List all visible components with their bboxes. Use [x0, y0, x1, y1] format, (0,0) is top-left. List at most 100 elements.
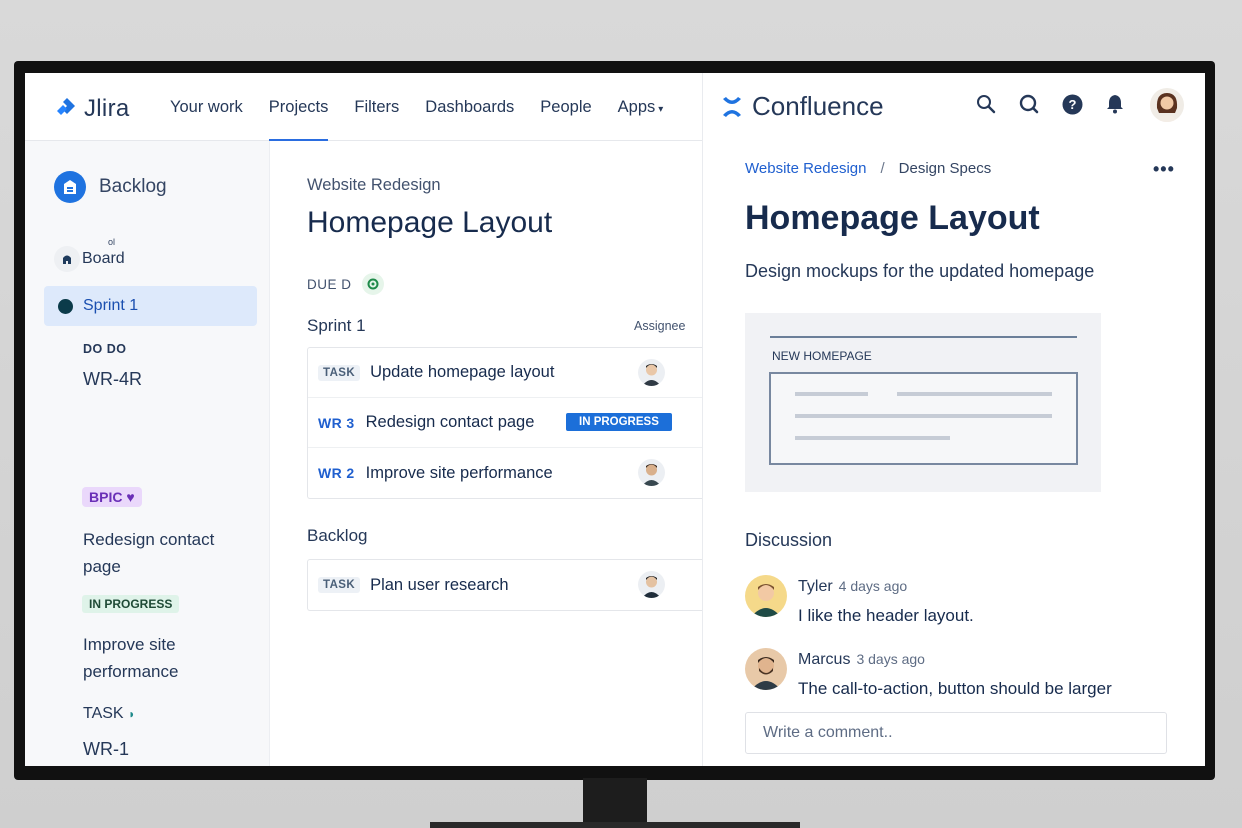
search-alt-icon[interactable] [1018, 93, 1040, 115]
issue-title: Homepage Layout [307, 206, 553, 239]
todo-label: DO DO [83, 342, 127, 356]
todo-issue-key[interactable]: WR-4R [83, 369, 142, 390]
status-badge[interactable]: IN PROGRESS [566, 413, 672, 431]
avatar[interactable] [745, 648, 787, 690]
comment-author-row: Marcus 3 days ago [798, 651, 925, 669]
issue-row-title: Update homepage layout [370, 363, 555, 381]
board-icon [54, 246, 80, 272]
backlog-icon [54, 171, 86, 203]
homepage-mockup-image[interactable]: NEW HOMEPAGE [745, 313, 1101, 492]
breadcrumb-space-link[interactable]: Website Redesign [745, 160, 866, 177]
list-item[interactable]: WR 3 Redesign contact page IN PROGRESS [308, 398, 707, 448]
confluence-top-nav: Confluence ? [703, 73, 1205, 139]
sidebar-item-label: Board [82, 250, 125, 267]
notification-bell-icon[interactable] [1104, 93, 1126, 115]
comment-author[interactable]: Marcus [798, 651, 850, 668]
epic-label: BPIC [89, 489, 123, 505]
inprogress-issue-title[interactable]: Improve site performance [83, 631, 233, 685]
confluence-toolbar: ? [975, 93, 1126, 115]
breadcrumb-separator: / [880, 160, 885, 177]
leaf-icon: ◗ [128, 707, 136, 721]
monitor-stand [583, 778, 647, 828]
nav-projects[interactable]: Projects [268, 73, 328, 142]
mockup-divider [770, 336, 1077, 338]
screen: Jlira Your work Projects Filters Dashboa… [25, 73, 1205, 766]
calendar-status-icon[interactable] [361, 273, 384, 295]
comment-text: The call-to-action, button should be lar… [798, 679, 1112, 698]
chevron-down-icon: ▾ [658, 104, 664, 115]
nav-apps[interactable]: Apps ▾ [618, 73, 664, 141]
monitor-stand-base [430, 822, 800, 828]
assignee-avatar[interactable] [638, 571, 665, 598]
comment-input[interactable] [745, 712, 1167, 754]
search-icon[interactable] [975, 93, 997, 115]
status-badge: IN PROGRESS [82, 595, 180, 613]
backlog-section-header: Backlog [307, 526, 368, 545]
mockup-bar [795, 392, 868, 396]
issue-type-badge: TASK [318, 364, 361, 381]
comment-author-row: Tyler 4 days ago [798, 578, 907, 596]
mockup-frame [769, 372, 1078, 465]
issue-key: WR 2 [318, 465, 355, 481]
task-issue-key[interactable]: WR-1 [83, 739, 129, 760]
breadcrumb: Website Redesign / Design Specs [745, 160, 991, 177]
discussion-header: Discussion [745, 530, 833, 550]
jira-top-nav: Jlira Your work Projects Filters Dashboa… [25, 73, 702, 142]
mockup-bar [795, 436, 950, 440]
sprint-icon [58, 298, 73, 314]
jira-primary-nav: Your work Projects Filters Dashboards Pe… [170, 73, 664, 142]
issue-row-title: Plan user research [370, 575, 509, 594]
mockup-bar [795, 414, 1052, 418]
sidebar-item-sprint[interactable]: Sprint 1 [44, 286, 257, 326]
due-date-row: DUE D [307, 273, 384, 295]
nav-people[interactable]: People [540, 73, 591, 141]
avatar[interactable] [745, 575, 787, 617]
sidebar-item-backlog[interactable]: Backlog [54, 171, 167, 203]
page-subtitle: Design mockups for the updated homepage [745, 261, 1095, 281]
nav-filters[interactable]: Filters [354, 73, 399, 141]
jira-logo[interactable]: Jlira [56, 95, 130, 123]
project-name[interactable]: Website Redesign [307, 176, 441, 195]
nav-your-work[interactable]: Your work [170, 73, 243, 141]
mockup-bar [897, 392, 1052, 396]
issue-key: WR 3 [318, 414, 355, 431]
task-label: TASK [83, 705, 124, 722]
backlog-issue-list: TASK Plan user research [307, 559, 707, 611]
jira-window: Jlira Your work Projects Filters Dashboa… [25, 73, 707, 766]
epic-issue-title[interactable]: Redesign contact page [83, 526, 253, 580]
confluence-logo[interactable]: Confluence [721, 91, 884, 122]
jira-logo-text: Jlira [84, 95, 130, 122]
confluence-logo-icon [723, 96, 741, 117]
sidebar-item-board[interactable]: Board [54, 246, 125, 272]
breadcrumb-page-link[interactable]: Design Specs [899, 160, 992, 177]
issue-type-badge: TASK [318, 577, 361, 593]
issue-row-title: Redesign contact page [365, 413, 535, 431]
list-item[interactable]: TASK Plan user research [308, 560, 707, 610]
heart-icon: ♥ [126, 489, 135, 505]
assignee-avatar[interactable] [638, 459, 665, 486]
sidebar-item-label: Sprint 1 [83, 297, 139, 314]
confluence-logo-text: Confluence [752, 91, 884, 121]
issue-row-title: Improve site performance [365, 463, 553, 482]
more-actions-button[interactable]: ••• [1153, 159, 1175, 180]
sprint-section-header: Sprint 1 [307, 316, 366, 335]
jira-sidebar: Backlog ol Board Sprint 1 DO DO WR-4R BP… [25, 141, 270, 766]
comment-timestamp: 4 days ago [838, 578, 908, 594]
comment-author[interactable]: Tyler [798, 578, 833, 595]
assignee-avatar[interactable] [638, 359, 665, 386]
comment-timestamp: 3 days ago [856, 651, 925, 667]
task-label-row: TASK ◗ [83, 705, 135, 723]
nav-dashboards[interactable]: Dashboards [425, 73, 514, 141]
list-item[interactable]: WR 2 Improve site performance [308, 448, 707, 498]
sprint-issue-list: TASK Update homepage layout WR 3 Redesig… [307, 347, 707, 499]
help-icon[interactable]: ? [1061, 93, 1083, 115]
list-item[interactable]: TASK Update homepage layout [308, 348, 707, 398]
assignee-column-header: Assignee [634, 319, 686, 333]
confluence-window: Confluence ? Website Redesign / Design S… [702, 73, 1205, 766]
user-avatar[interactable] [1150, 88, 1184, 122]
sidebar-item-label: Backlog [99, 176, 167, 197]
nav-apps-label: Apps [617, 98, 656, 116]
jira-issue-panel: Website Redesign Homepage Layout DUE D S… [270, 141, 707, 766]
page-title: Homepage Layout [745, 199, 1040, 237]
comment-text: I like the header layout. [798, 606, 974, 625]
